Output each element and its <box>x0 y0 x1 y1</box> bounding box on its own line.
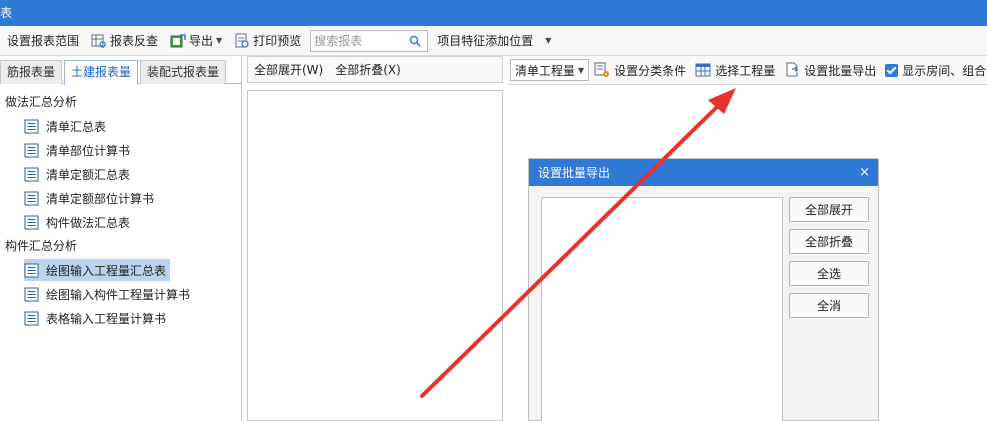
dialog-select-all-button[interactable]: 全选 <box>789 261 869 286</box>
tab-civil-report[interactable]: 土建报表量 <box>64 60 139 85</box>
tree-item[interactable]: 绘图输入构件工程量计算书 <box>0 282 242 306</box>
close-icon[interactable]: × <box>859 165 870 180</box>
feature-position-dropdown[interactable]: 项目特征添加位置 ▼ <box>434 29 554 53</box>
report-doc-icon <box>24 311 39 325</box>
report-check-label: 报表反查 <box>110 34 159 48</box>
report-search-input[interactable] <box>311 30 408 51</box>
tree-item[interactable]: 清单部位计算书 <box>0 138 242 162</box>
tree-item-label: 表格输入工程量计算书 <box>46 311 167 326</box>
feature-position-label: 项目特征添加位置 <box>437 34 534 48</box>
tree-item-label: 绘图输入工程量汇总表 <box>46 263 167 278</box>
report-doc-icon <box>24 263 39 277</box>
search-icon[interactable] <box>409 35 421 47</box>
tree-item[interactable]: 构件做法汇总表 <box>0 210 242 234</box>
tree-item-label: 清单定额汇总表 <box>46 167 131 182</box>
tree-item[interactable]: 绘图输入工程量汇总表 <box>0 258 242 282</box>
tree-item-label: 构件做法汇总表 <box>46 215 131 230</box>
export-label: 导出 <box>189 34 214 48</box>
report-search-box <box>310 29 429 52</box>
report-tree: 做法汇总分析 清单汇总表 清单部位计算书 清单定额汇总表 清单定额部位计算书 构… <box>0 90 242 330</box>
expand-all-link[interactable]: 全部展开(W) <box>254 61 323 78</box>
dialog-expand-all-button[interactable]: 全部展开 <box>789 197 869 222</box>
dialog-tree-list[interactable] <box>541 197 783 421</box>
report-type-tabs: 筋报表量 土建报表量 装配式报表量 <box>0 60 242 85</box>
title-bar: 表 <box>0 0 987 26</box>
report-tree-panel: 筋报表量 土建报表量 装配式报表量 做法汇总分析 清单汇总表 清单部位计算书 清… <box>0 56 242 421</box>
tree-group-component-summary[interactable]: 构件汇总分析 <box>0 234 242 258</box>
report-range-label: 设置报表范围 <box>7 34 80 48</box>
set-category-label: 设置分类条件 <box>614 63 687 78</box>
category-settings-icon <box>594 62 610 77</box>
tree-item[interactable]: 表格输入工程量计算书 <box>0 306 242 330</box>
tab-rebar-report[interactable]: 筋报表量 <box>0 60 63 84</box>
quantity-type-select[interactable]: 清单工程量 ▼ <box>510 59 590 81</box>
dialog-title: 设置批量导出 <box>538 166 611 180</box>
report-doc-icon <box>24 215 39 229</box>
tree-item[interactable]: 清单定额部位计算书 <box>0 186 242 210</box>
report-doc-icon <box>24 143 39 157</box>
report-range-button[interactable]: 设置报表范围 <box>0 29 82 53</box>
batch-export-label: 设置批量导出 <box>804 63 877 78</box>
print-preview-icon <box>235 33 249 48</box>
arrow-head <box>708 88 736 114</box>
set-category-button[interactable]: 设置分类条件 <box>594 62 686 79</box>
chevron-down-icon: ▼ <box>578 65 585 75</box>
choose-quantity-button[interactable]: 选择工程量 <box>695 62 775 79</box>
tree-item-label: 绘图输入构件工程量计算书 <box>46 287 191 302</box>
table-icon <box>695 63 711 77</box>
dialog-deselect-all-button[interactable]: 全消 <box>789 293 869 318</box>
app-window: 表 设置报表范围 报表反查 导出 ▼ 打印预览 搜索报表 项目特征添加位置 ▼ … <box>0 0 987 421</box>
print-preview-button[interactable]: 打印预览 <box>231 29 304 53</box>
dialog-collapse-all-button[interactable]: 全部折叠 <box>789 229 869 254</box>
report-doc-icon <box>24 119 39 133</box>
report-check-button[interactable]: 报表反查 <box>88 29 161 53</box>
quantity-type-value: 清单工程量 <box>515 63 576 78</box>
tree-item-label: 清单定额部位计算书 <box>46 191 155 206</box>
tree-item-label: 清单汇总表 <box>46 119 107 134</box>
report-doc-icon <box>24 167 39 181</box>
export-icon <box>170 33 186 47</box>
tree-item[interactable]: 清单定额汇总表 <box>0 162 242 186</box>
tree-group-method-summary[interactable]: 做法汇总分析 <box>0 90 242 114</box>
middle-tree-panel[interactable] <box>247 90 503 421</box>
batch-export-button[interactable]: 设置批量导出 <box>784 62 876 79</box>
report-toolbar: 清单工程量 ▼ 设置分类条件 选择工程量 设置批量导出 显示房间、组合 <box>508 56 987 85</box>
table-search-icon <box>91 34 106 48</box>
collapse-all-link[interactable]: 全部折叠(X) <box>335 61 401 78</box>
show-rooms-label: 显示房间、组合 <box>902 63 987 78</box>
report-range-icon <box>3 34 4 48</box>
checkbox-checked-icon[interactable] <box>885 63 899 77</box>
show-rooms-checkbox[interactable]: 显示房间、组合 <box>885 62 986 79</box>
tree-item[interactable]: 清单汇总表 <box>0 114 242 138</box>
window-title: 表 <box>0 6 13 20</box>
export-button[interactable]: 导出 ▼ <box>167 29 225 53</box>
feature-position-caret-icon: ▼ <box>545 36 552 45</box>
tree-item-label: 清单部位计算书 <box>46 143 131 158</box>
report-doc-icon <box>24 191 39 205</box>
export-caret-icon: ▼ <box>216 36 223 45</box>
batch-export-dialog: 设置批量导出 × 全部展开 全部折叠 全选 全消 <box>528 158 879 421</box>
tab-prefab-report[interactable]: 装配式报表量 <box>140 60 227 84</box>
batch-export-icon <box>786 62 799 77</box>
main-toolbar: 设置报表范围 报表反查 导出 ▼ 打印预览 搜索报表 项目特征添加位置 ▼ <box>0 26 987 56</box>
report-doc-icon <box>24 287 39 301</box>
middle-panel-header: 全部展开(W) 全部折叠(X) <box>247 56 503 83</box>
choose-quantity-label: 选择工程量 <box>715 63 776 78</box>
print-preview-label: 打印预览 <box>253 34 302 48</box>
dialog-title-bar: 设置批量导出 × <box>529 159 878 186</box>
